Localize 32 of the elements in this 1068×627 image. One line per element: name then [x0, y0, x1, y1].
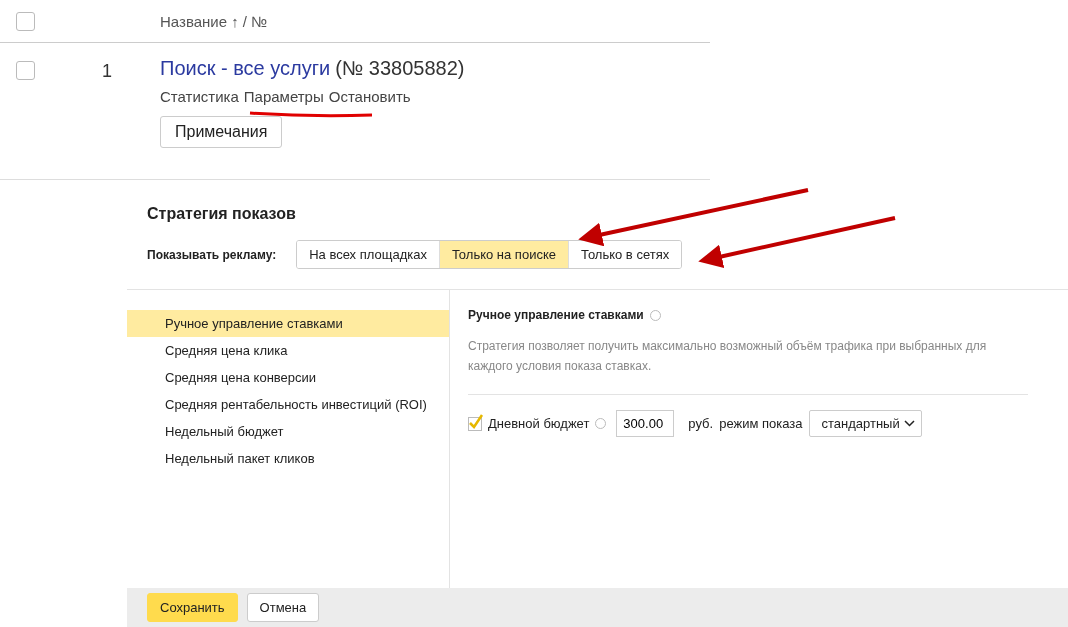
column-header[interactable]: Название ↑ / №	[160, 12, 710, 30]
chevron-icon	[903, 420, 915, 427]
row-number: 1	[102, 61, 112, 82]
campaign-link[interactable]: Поиск - все услуги	[160, 57, 331, 80]
strategy-item[interactable]: Недельный бюджет	[127, 418, 449, 445]
placement-tab[interactable]: Только на поиске	[438, 241, 568, 268]
notes-button[interactable]: Примечания	[160, 116, 283, 148]
strategy-item[interactable]: Недельный пакет кликов	[127, 445, 449, 472]
field-label: Показывать рекламу:	[147, 247, 277, 262]
strategy-item[interactable]: Ручное управление ставками	[127, 310, 449, 337]
strategy-item[interactable]: Средняя рентабельность инвестиций (ROI)	[127, 391, 449, 418]
strategy-item[interactable]: Средняя цена конверсии	[127, 364, 449, 391]
action-link[interactable]: Остановить	[328, 88, 411, 105]
mode-dropdown[interactable]: стандартный	[808, 410, 922, 437]
currency-label: руб.	[688, 416, 714, 431]
checkbox[interactable]	[16, 61, 35, 80]
action-link[interactable]: Параметры	[243, 88, 324, 105]
budget-field[interactable]: 300.00	[616, 410, 675, 437]
field-label: Дневной бюджет	[488, 416, 590, 431]
strategy-item[interactable]: Средняя цена клика	[127, 337, 449, 364]
checkbox[interactable]	[16, 11, 35, 31]
checkbox[interactable]	[468, 416, 482, 431]
section-title: Ручное управление ставками	[468, 308, 644, 322]
placement-tab[interactable]: Только в сетях	[567, 241, 682, 268]
save-button[interactable]: Сохранить	[147, 593, 238, 622]
campaign-id: (№ 33805882)	[335, 57, 465, 80]
field-label: режим показа	[719, 416, 803, 431]
dialog-title: Стратегия показов	[147, 205, 297, 223]
description: Стратегия позволяет получить максимально возможный объём трафика при выбранных для каждого условия показа ставках.	[468, 336, 1028, 395]
checkmark-icon	[468, 413, 484, 430]
cancel-button[interactable]: Отмена	[246, 593, 320, 622]
action-link[interactable]: Статистика	[160, 88, 239, 105]
